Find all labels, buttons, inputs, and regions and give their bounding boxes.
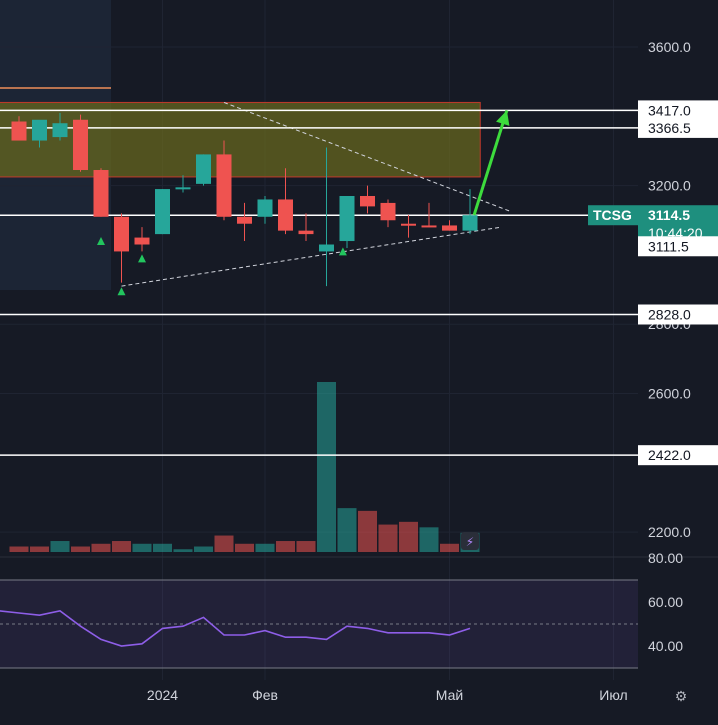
volume-bar xyxy=(91,543,111,552)
lightning-icon-glyph: ⚡ xyxy=(466,535,474,549)
candle-body[interactable] xyxy=(237,216,252,224)
volume-bar xyxy=(276,541,295,552)
price-tick-label: 2600.0 xyxy=(648,386,691,402)
rsi-tick-label: 40.00 xyxy=(648,638,683,654)
candle-body[interactable] xyxy=(257,199,273,217)
rsi-tick-label: 80.00 xyxy=(648,550,683,566)
candle-body[interactable] xyxy=(278,199,293,231)
volume-bar xyxy=(296,541,316,552)
ticker-label: TCSG xyxy=(593,207,632,223)
volume-bar xyxy=(235,543,254,552)
candle-body[interactable] xyxy=(11,121,27,141)
level-tag-label: 3417.0 xyxy=(648,102,691,118)
price-tick-label: 2200.0 xyxy=(648,524,691,540)
candle-body[interactable] xyxy=(462,215,478,231)
candle-body[interactable] xyxy=(298,230,314,235)
volume-bar xyxy=(440,543,459,552)
candle-body[interactable] xyxy=(442,225,457,231)
volume-bar xyxy=(317,382,336,552)
candle-body[interactable] xyxy=(93,170,109,217)
candle-body[interactable] xyxy=(319,244,334,252)
volume-bar xyxy=(399,521,418,552)
volume-bar xyxy=(378,524,398,552)
volume-bar xyxy=(153,543,172,552)
volume-bar xyxy=(419,527,439,552)
settings-gear-icon[interactable]: ⚙ xyxy=(673,688,689,704)
candle-body[interactable] xyxy=(216,154,232,217)
price-tick-label: 3600.0 xyxy=(648,39,691,55)
time-tick-label: Фев xyxy=(252,687,278,703)
rsi-tick-label: 60.00 xyxy=(648,594,683,610)
supply-zone-rect xyxy=(0,101,481,178)
volume-bar xyxy=(50,541,70,552)
candle-body[interactable] xyxy=(114,216,129,252)
candle-body[interactable] xyxy=(380,202,396,221)
candle-body[interactable] xyxy=(52,123,68,138)
level-tag-label: 3111.5 xyxy=(648,238,689,254)
volume-bar xyxy=(112,541,131,552)
volume-bar xyxy=(194,546,213,552)
candle-body[interactable] xyxy=(73,119,88,171)
time-tick-label: Июл xyxy=(599,687,627,703)
volume-bar xyxy=(173,549,193,552)
time-tick-label: Май xyxy=(436,687,463,703)
candle-body[interactable] xyxy=(421,225,437,228)
time-tick-label: 2024 xyxy=(147,687,178,703)
candle-body[interactable] xyxy=(155,189,170,235)
volume-bar xyxy=(132,543,152,552)
volume-bar xyxy=(9,546,29,552)
candle-body[interactable] xyxy=(175,187,191,190)
volume-bar xyxy=(337,508,357,552)
level-tag-label: 3366.5 xyxy=(648,120,691,136)
price-tick-label: 3200.0 xyxy=(648,178,691,194)
volume-bar xyxy=(255,543,275,552)
level-tag-label: 2828.0 xyxy=(648,306,691,322)
current-price-label: 3114.5 xyxy=(648,207,690,223)
candle-body[interactable] xyxy=(360,195,375,207)
volume-bar xyxy=(214,535,234,552)
candle-body[interactable] xyxy=(32,119,47,141)
price-chart[interactable]: ⚡ 3600.03200.02800.02600.02200.0 3417.03… xyxy=(0,0,718,725)
volume-bar xyxy=(71,546,90,552)
candle-body[interactable] xyxy=(196,154,211,184)
volume-bar xyxy=(30,546,49,552)
level-tag-label: 2422.0 xyxy=(648,447,691,463)
volume-bar xyxy=(358,510,377,552)
candle-body[interactable] xyxy=(401,223,416,226)
candle-body[interactable] xyxy=(339,195,355,242)
candle-body[interactable] xyxy=(134,237,150,245)
